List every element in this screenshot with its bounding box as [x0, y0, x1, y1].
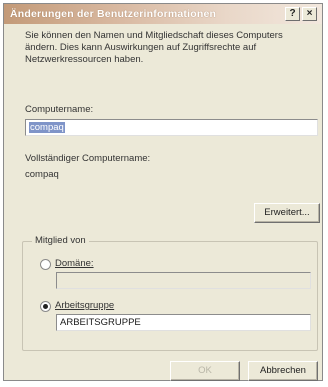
computer-name-value: compaq	[29, 122, 65, 133]
dialog-window: Änderungen der Benutzerinformationen ? ×…	[3, 3, 323, 381]
computer-name-label: Computername:	[25, 104, 94, 115]
ok-button[interactable]: OK	[170, 361, 240, 381]
workgroup-label: Arbeitsgruppe	[55, 300, 115, 311]
member-of-legend: Mitglied von	[32, 235, 89, 246]
more-button-label: Erweitert...	[264, 207, 310, 218]
close-icon[interactable]: ×	[302, 7, 317, 21]
full-computer-name-label: Vollständiger Computername:	[25, 153, 151, 164]
title-bar[interactable]: Änderungen der Benutzerinformationen ? ×	[4, 4, 322, 24]
intro-text: Sie können den Namen und Mitgliedschaft …	[25, 30, 283, 65]
ok-button-label: OK	[198, 365, 212, 376]
more-button[interactable]: Erweitert...	[254, 203, 320, 223]
workgroup-input[interactable]: ARBEITSGRUPPE	[56, 314, 311, 331]
cancel-button-label: Abbrechen	[260, 365, 306, 376]
full-computer-name-value: compaq	[25, 169, 59, 180]
cancel-button[interactable]: Abbrechen	[248, 361, 318, 381]
dialog-title: Änderungen der Benutzerinformationen	[10, 8, 217, 20]
domain-radio[interactable]	[40, 259, 51, 270]
workgroup-radio[interactable]	[40, 301, 51, 312]
domain-input[interactable]	[56, 272, 311, 289]
computer-name-input[interactable]: compaq	[25, 119, 318, 136]
domain-label: Domäne:	[55, 258, 94, 269]
help-icon[interactable]: ?	[285, 7, 300, 21]
